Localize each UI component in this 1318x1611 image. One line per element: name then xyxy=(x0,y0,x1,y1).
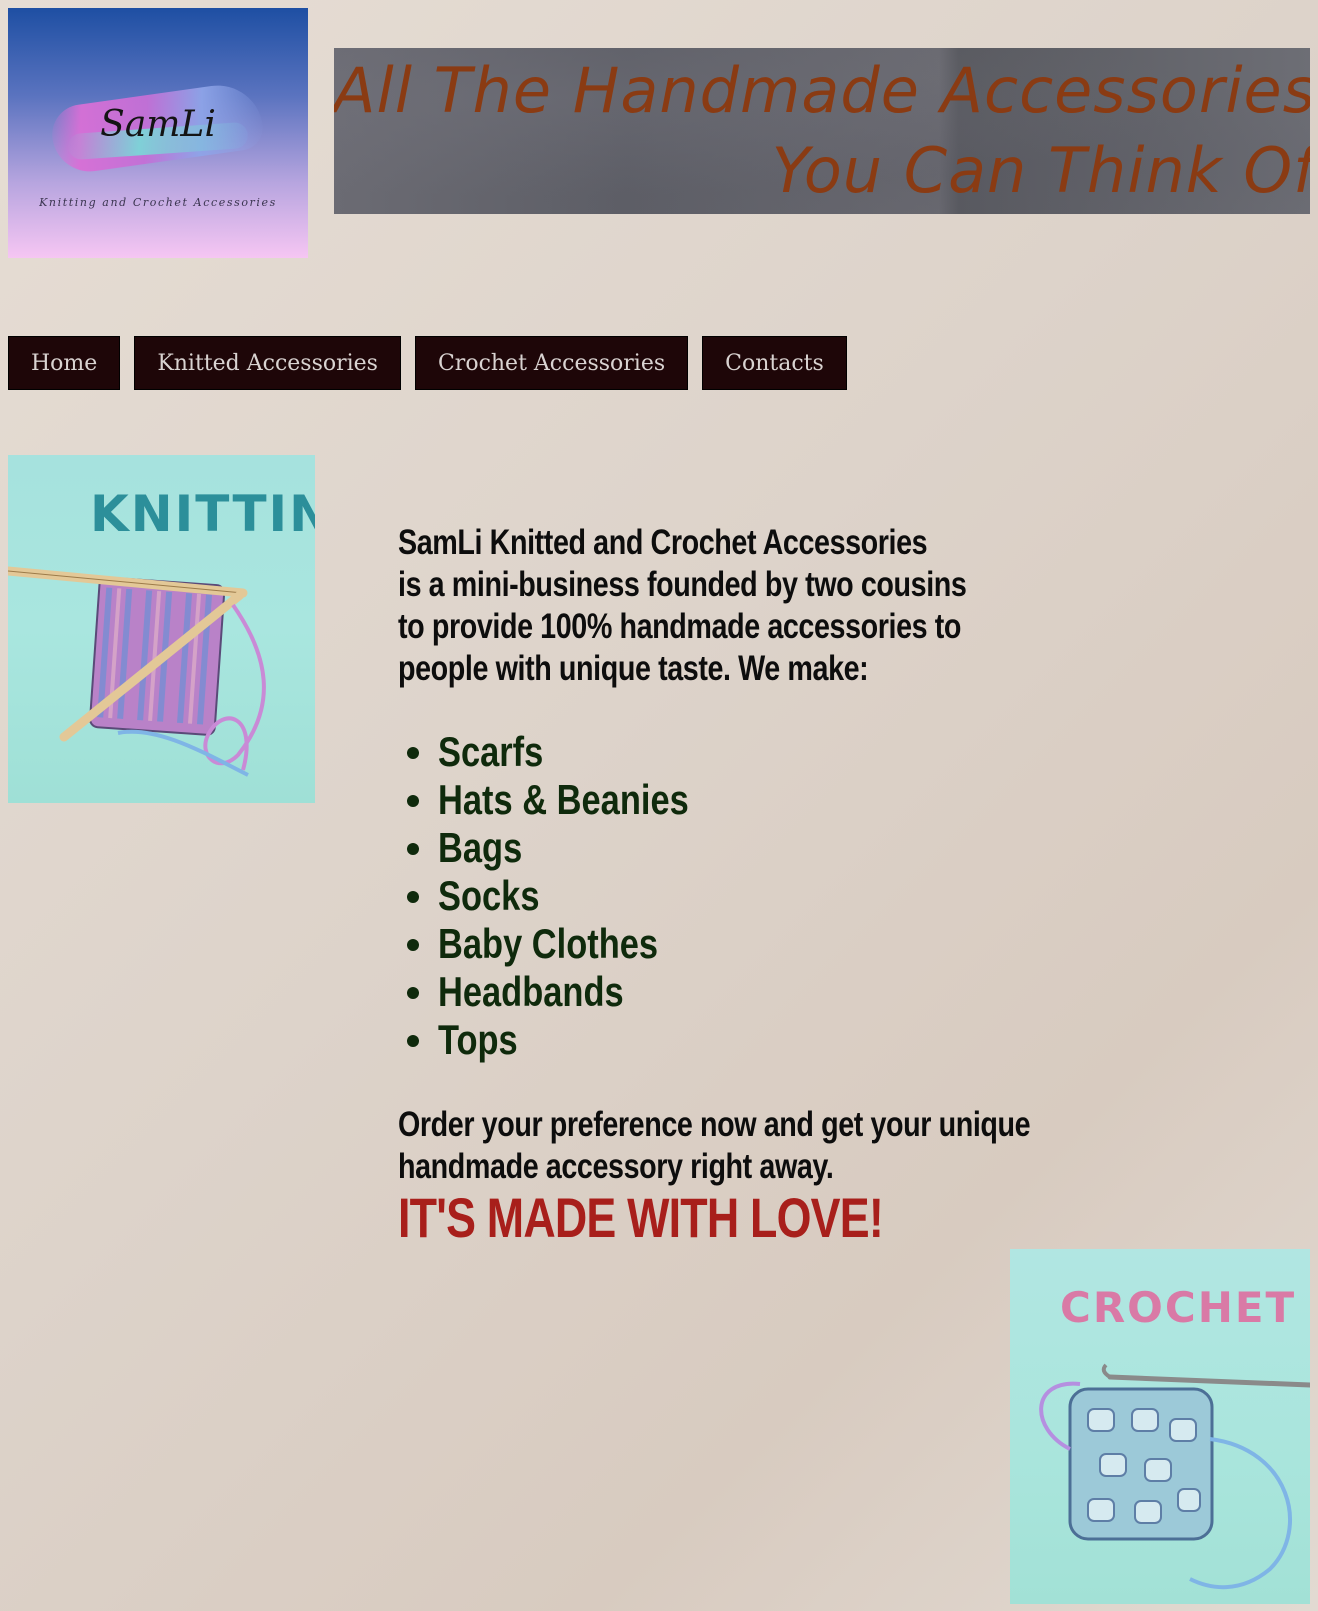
order-line: Order your preference now and get your u… xyxy=(398,1105,1031,1144)
list-item: Hats & Beanies xyxy=(398,776,744,824)
product-label: Hats & Beanies xyxy=(438,776,689,823)
list-item: Tops xyxy=(398,1016,744,1064)
knitting-illustration: KNITTING xyxy=(8,455,315,803)
bullet-icon xyxy=(407,1035,419,1047)
nav-contacts-button[interactable]: Contacts xyxy=(702,336,847,390)
nav-knitted-accessories-button[interactable]: Knitted Accessories xyxy=(134,336,401,390)
logo[interactable]: SamLi Knitting and Crochet Accessories xyxy=(8,8,308,258)
header-banner: All The Handmade Accessories You Can Thi… xyxy=(334,48,1310,214)
crochet-hook-icon xyxy=(1039,1363,1310,1590)
banner-line-2: You Can Think Of xyxy=(771,134,1310,207)
knitting-needles-icon xyxy=(8,566,266,777)
bullet-icon xyxy=(407,987,419,999)
intro-line: SamLi Knitted and Crochet Accessories xyxy=(398,523,928,562)
order-line: handmade accessory right away. xyxy=(398,1147,834,1186)
product-list: Scarfs Hats & Beanies Bags Socks Baby Cl… xyxy=(398,728,744,1064)
bullet-icon xyxy=(407,843,419,855)
product-label: Bags xyxy=(438,824,523,871)
bullet-icon xyxy=(407,747,419,759)
crochet-illustration: CROCHET xyxy=(1010,1249,1310,1604)
banner-line-1: All The Handmade Accessories xyxy=(334,54,1310,127)
list-item: Baby Clothes xyxy=(398,920,744,968)
order-paragraph: Order your preference now and get your u… xyxy=(398,1104,1103,1188)
intro-line: is a mini-business founded by two cousin… xyxy=(398,565,967,604)
product-label: Headbands xyxy=(438,968,624,1015)
logo-name: SamLi xyxy=(100,104,216,145)
intro-line: people with unique taste. We make: xyxy=(398,649,869,688)
bullet-icon xyxy=(407,891,419,903)
list-item: Socks xyxy=(398,872,744,920)
nav-crochet-accessories-button[interactable]: Crochet Accessories xyxy=(414,336,689,390)
product-label: Socks xyxy=(438,872,540,919)
intro-paragraph: SamLi Knitted and Crochet Accessories is… xyxy=(398,522,972,690)
product-label: Baby Clothes xyxy=(438,920,659,967)
main-nav: Home Knitted Accessories Crochet Accesso… xyxy=(8,336,847,390)
list-item: Bags xyxy=(398,824,744,872)
product-label: Tops xyxy=(438,1016,518,1063)
made-with-love-tagline: IT'S MADE WITH LOVE! xyxy=(398,1186,884,1249)
nav-home-button[interactable]: Home xyxy=(8,336,121,390)
product-label: Scarfs xyxy=(438,728,544,775)
list-item: Scarfs xyxy=(398,728,744,776)
bullet-icon xyxy=(407,939,419,951)
logo-tagline: Knitting and Crochet Accessories xyxy=(39,196,277,209)
list-item: Headbands xyxy=(398,968,744,1016)
intro-line: to provide 100% handmade accessories to xyxy=(398,607,962,646)
bullet-icon xyxy=(407,795,419,807)
